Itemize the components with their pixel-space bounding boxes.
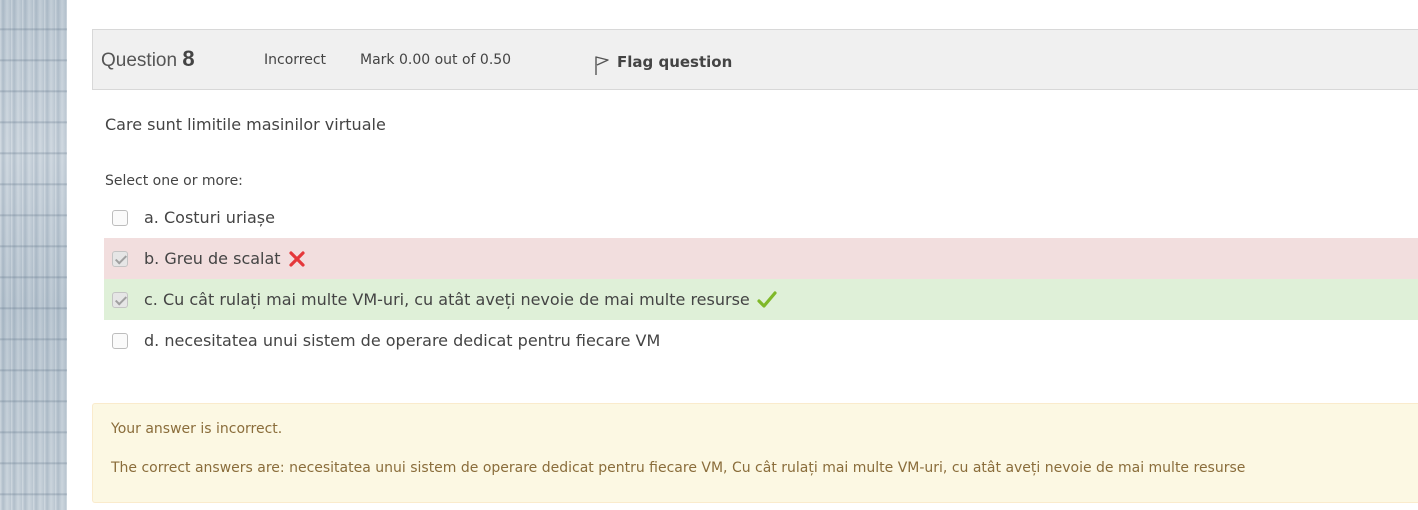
answer-checkbox-b[interactable] [112,250,128,267]
background-wood-strip [0,0,67,510]
flag-icon [595,56,609,75]
question-number: Question 8 [101,46,195,72]
cross-icon [288,250,306,268]
answer-list: a. Costuri uriașe b. Greu de scalat c. C… [104,197,1418,361]
answer-checkbox-c[interactable] [112,291,128,308]
flag-question-label: Flag question [617,53,733,71]
answer-label-b: b. Greu de scalat [144,249,281,268]
answer-prompt: Select one or more: [105,173,243,189]
answer-label-a: a. Costuri uriașe [144,208,275,227]
feedback-text: Your answer is incorrect. [111,421,283,437]
answer-option-d[interactable]: d. necesitatea unui sistem de operare de… [104,320,1418,361]
right-answer-text: The correct answers are: necesitatea unu… [111,460,1246,476]
answer-label-c: c. Cu cât rulați mai multe VM-uri, cu at… [144,290,750,309]
question-grade: Mark 0.00 out of 0.50 [360,52,512,68]
answer-checkbox-a[interactable] [112,209,128,226]
question-label: Question [101,50,178,71]
check-icon [757,290,777,309]
answer-checkbox-d[interactable] [112,332,128,349]
answer-option-a[interactable]: a. Costuri uriașe [104,197,1418,238]
answer-label-d: d. necesitatea unui sistem de operare de… [144,331,661,350]
question-number-value: 8 [182,46,195,71]
flag-question-button[interactable]: Flag question [593,50,733,75]
question-container: Question 8 Incorrect Mark 0.00 out of 0.… [92,0,1418,510]
question-info: Question 8 Incorrect Mark 0.00 out of 0.… [92,29,1418,90]
answer-option-b[interactable]: b. Greu de scalat [104,238,1418,279]
question-state: Incorrect [264,52,327,68]
answer-option-c[interactable]: c. Cu cât rulați mai multe VM-uri, cu at… [104,279,1418,320]
question-text: Care sunt limitile masinilor virtuale [105,115,386,134]
question-outcome: Your answer is incorrect. The correct an… [92,403,1418,503]
